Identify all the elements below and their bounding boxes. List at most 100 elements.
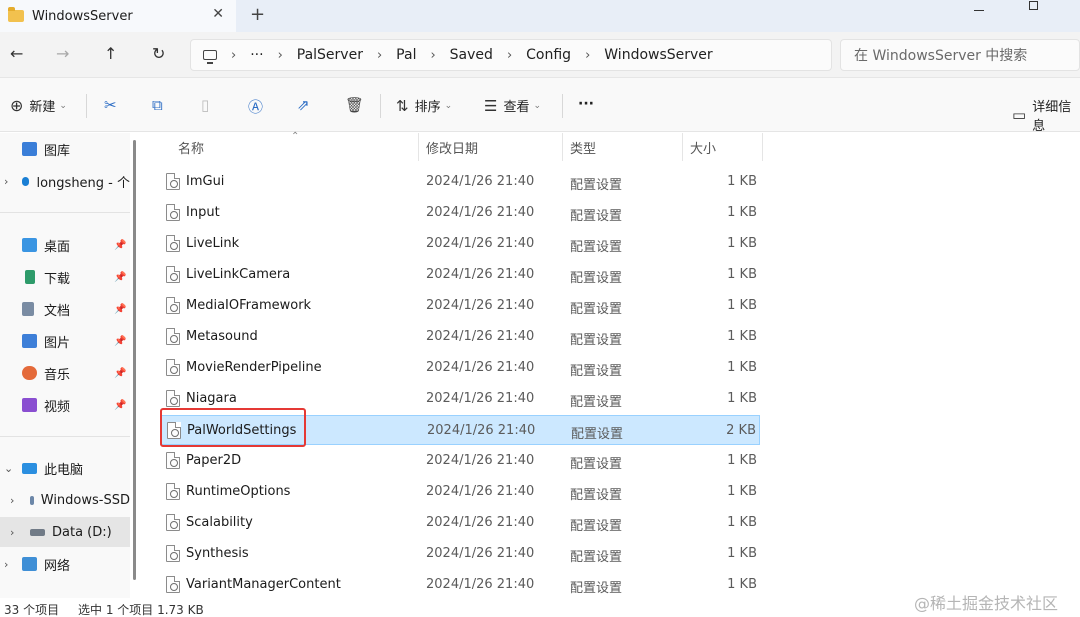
pin-icon[interactable]: 📌 [114, 336, 126, 347]
sidebar-item-label: longsheng - 个 [36, 175, 130, 191]
sidebar-scrollbar[interactable] [133, 140, 136, 580]
file-row[interactable]: Metasound 2024/1/26 21:40 配置设置 1 KB [160, 322, 760, 352]
config-file-icon [166, 576, 180, 593]
config-file-icon [166, 328, 180, 345]
file-size: 1 KB [727, 174, 757, 189]
file-size: 1 KB [727, 205, 757, 220]
divider [0, 212, 130, 213]
video-icon [22, 398, 37, 412]
breadcrumb-separator: › [585, 47, 591, 63]
sidebar-item-label: 图片 [44, 335, 71, 351]
address-bar[interactable]: › ··· › PalServer › Pal › Saved › Config… [190, 39, 832, 71]
file-row[interactable]: Paper2D 2024/1/26 21:40 配置设置 1 KB [160, 446, 760, 476]
file-type: 配置设置 [570, 271, 623, 286]
sidebar-item-music[interactable]: 音乐 📌 [22, 358, 130, 388]
back-button[interactable]: ← [10, 44, 23, 63]
breadcrumb-config[interactable]: Config [526, 47, 571, 63]
file-date: 2024/1/26 21:40 [426, 577, 535, 592]
copy-icon[interactable]: ⧉ [152, 96, 163, 114]
sidebar-item-gallery[interactable]: 图库 [22, 134, 70, 164]
sidebar-item-videos[interactable]: 视频 📌 [22, 390, 130, 420]
pin-icon[interactable]: 📌 [114, 240, 126, 251]
new-tab-button[interactable]: + [250, 4, 265, 25]
expand-chevron-icon[interactable]: › [4, 558, 8, 571]
file-date: 2024/1/26 21:40 [427, 423, 536, 438]
file-list: 名称 ⌃ 修改日期 类型 大小 ImGui 2024/1/26 21:40 配置设置… [146, 131, 1080, 600]
sidebar-item-onedrive[interactable]: › longsheng - 个 [0, 166, 130, 196]
pin-icon[interactable]: 📌 [114, 272, 126, 283]
sidebar-item-documents[interactable]: 文档 📌 [22, 294, 130, 324]
share-icon[interactable]: ⇗ [297, 96, 310, 114]
close-tab-icon[interactable]: ✕ [212, 6, 224, 22]
breadcrumb-saved[interactable]: Saved [450, 47, 493, 63]
file-date: 2024/1/26 21:40 [426, 453, 535, 468]
up-button[interactable]: ↑ [104, 44, 117, 63]
expand-chevron-icon[interactable]: › [10, 494, 14, 507]
file-row[interactable]: MediaIOFramework 2024/1/26 21:40 配置设置 1 KB [160, 291, 760, 321]
details-pane-icon: ▭ [1012, 106, 1027, 124]
column-header-size[interactable]: 大小 [682, 133, 762, 161]
collapse-chevron-icon[interactable]: ⌄ [4, 462, 13, 475]
item-count: 33 个项目 [4, 603, 60, 617]
search-input[interactable]: 在 WindowsServer 中搜索 [840, 39, 1080, 71]
file-row[interactable]: ImGui 2024/1/26 21:40 配置设置 1 KB [160, 167, 760, 197]
file-type: 配置设置 [571, 427, 624, 442]
sidebar-item-pictures[interactable]: 图片 📌 [22, 326, 130, 356]
file-name: Paper2D [186, 453, 242, 468]
sidebar-item-label: 桌面 [44, 239, 71, 255]
pin-icon[interactable]: 📌 [114, 304, 126, 315]
minimize-icon[interactable] [974, 10, 984, 11]
breadcrumb-more[interactable]: ··· [250, 47, 263, 63]
file-row[interactable]: Synthesis 2024/1/26 21:40 配置设置 1 KB [160, 539, 760, 569]
sidebar-item-this-pc[interactable]: ⌄ 此电脑 [0, 453, 130, 483]
chevron-down-icon: ⌄ [444, 100, 453, 111]
file-size: 1 KB [727, 391, 757, 406]
divider [0, 436, 130, 437]
file-row[interactable]: LiveLinkCamera 2024/1/26 21:40 配置设置 1 KB [160, 260, 760, 290]
expand-chevron-icon[interactable]: › [4, 175, 8, 188]
file-type: 配置设置 [570, 550, 623, 565]
sidebar-item-drive-c[interactable]: › Windows-SSD [0, 485, 130, 515]
pin-icon[interactable]: 📌 [114, 368, 126, 379]
expand-chevron-icon[interactable]: › [10, 526, 14, 539]
pin-icon[interactable]: 📌 [114, 400, 126, 411]
sort-button[interactable]: ⇅ 排序 ⌄ [396, 96, 453, 116]
column-label: 修改日期 [426, 141, 479, 157]
paste-icon[interactable]: ▯ [201, 96, 209, 114]
file-date: 2024/1/26 21:40 [426, 298, 535, 313]
maximize-icon[interactable] [1029, 1, 1038, 10]
file-date: 2024/1/26 21:40 [426, 267, 535, 282]
forward-button[interactable]: → [56, 44, 69, 63]
file-row[interactable]: Scalability 2024/1/26 21:40 配置设置 1 KB [160, 508, 760, 538]
sidebar-item-network[interactable]: › 网络 [0, 549, 130, 579]
breadcrumb-palserver[interactable]: PalServer [297, 47, 363, 63]
column-header-type[interactable]: 类型 [562, 133, 682, 161]
file-size: 1 KB [727, 484, 757, 499]
delete-icon[interactable]: 🗑 [345, 96, 364, 114]
view-button[interactable]: ☰ 查看 ⌄ [484, 96, 541, 116]
breadcrumb-windowsserver[interactable]: WindowsServer [604, 47, 712, 63]
details-pane-button[interactable]: ▭ 详细信息 [1012, 96, 1080, 134]
file-row[interactable]: LiveLink 2024/1/26 21:40 配置设置 1 KB [160, 229, 760, 259]
file-row[interactable]: Input 2024/1/26 21:40 配置设置 1 KB [160, 198, 760, 228]
more-options-button[interactable]: ··· [578, 96, 594, 112]
refresh-button[interactable]: ↻ [152, 44, 165, 63]
sort-label: 排序 [414, 100, 441, 115]
column-header-date[interactable]: 修改日期 [418, 133, 562, 161]
new-button[interactable]: ⊕ 新建 ⌄ [10, 96, 67, 115]
tab-windowsserver[interactable]: WindowsServer ✕ [0, 0, 236, 32]
file-row[interactable]: VariantManagerContent 2024/1/26 21:40 配置设置… [160, 570, 760, 600]
file-size: 2 KB [726, 423, 756, 438]
breadcrumb-separator: › [231, 47, 237, 63]
rename-icon[interactable]: Ⓐ [248, 96, 263, 117]
file-row[interactable]: MovieRenderPipeline 2024/1/26 21:40 配置设置 1 … [160, 353, 760, 383]
sidebar-item-downloads[interactable]: 下载 📌 [22, 262, 130, 292]
file-row[interactable]: RuntimeOptions 2024/1/26 21:40 配置设置 1 KB [160, 477, 760, 507]
breadcrumb-pal[interactable]: Pal [396, 47, 416, 63]
sidebar-item-label: 视频 [44, 399, 71, 415]
column-divider[interactable] [762, 133, 763, 161]
annotation-highlight [160, 408, 306, 447]
sidebar-item-desktop[interactable]: 桌面 📌 [22, 230, 130, 260]
cut-icon[interactable]: ✂ [104, 96, 117, 114]
sidebar-item-drive-d[interactable]: › Data (D:) [0, 517, 130, 547]
